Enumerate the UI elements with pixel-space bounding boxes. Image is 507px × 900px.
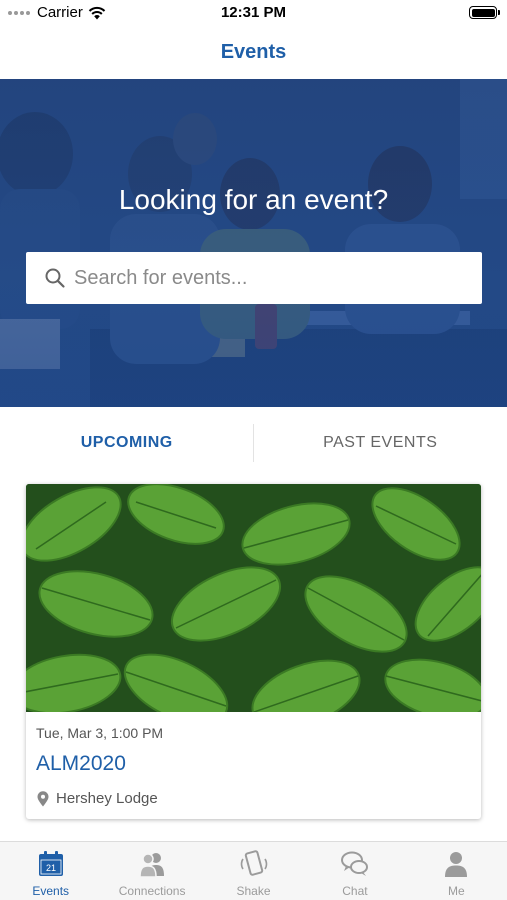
tabbar-connections[interactable]: Connections: [101, 842, 202, 900]
event-tabs: UPCOMING PAST EVENTS: [0, 420, 507, 466]
battery-icon: [469, 6, 500, 19]
event-image: [26, 484, 481, 712]
tabbar-events[interactable]: 21 Events: [0, 842, 101, 900]
tabbar-events-label: Events: [32, 884, 70, 898]
tabbar-me[interactable]: Me: [406, 842, 507, 900]
calendar-icon: 21: [38, 851, 63, 876]
calendar-badge: 21: [46, 863, 56, 873]
people-icon: [139, 853, 165, 878]
search-box[interactable]: [26, 252, 482, 304]
tab-past-events[interactable]: PAST EVENTS: [254, 420, 507, 466]
hero-overlay: [0, 79, 507, 407]
tab-divider: [253, 424, 254, 462]
phone-shake-icon: [240, 850, 267, 876]
tabbar-chat[interactable]: Chat: [304, 842, 405, 900]
event-title[interactable]: ALM2020: [36, 752, 126, 776]
event-location-label: Hershey Lodge: [56, 790, 158, 807]
hero-title: Looking for an event?: [118, 184, 389, 215]
hero-banner: Looking for an event?: [0, 79, 507, 407]
tab-upcoming[interactable]: UPCOMING: [0, 420, 254, 466]
tabbar-me-label: Me: [447, 884, 465, 898]
search-icon: [45, 268, 65, 288]
status-time: 12:31 PM: [220, 4, 287, 21]
status-bar: Carrier 12:31 PM: [0, 0, 507, 26]
event-location: Hershey Lodge: [36, 790, 158, 807]
tabbar-shake-label: Shake: [236, 884, 271, 898]
tabbar-shake[interactable]: Shake: [203, 842, 304, 900]
tabbar-chat-label: Chat: [342, 884, 368, 898]
events-screen: Carrier 12:31 PM Events Looking for an e…: [0, 0, 507, 900]
bottom-tab-bar: 21 Events Connections Shake Chat Me: [0, 841, 507, 900]
tabbar-connections-label: Connections: [118, 884, 186, 898]
location-pin-icon: [37, 790, 49, 806]
chat-bubbles-icon: [340, 851, 368, 876]
search-input[interactable]: [74, 266, 454, 290]
event-date: Tue, Mar 3, 1:00 PM: [36, 725, 164, 741]
event-card[interactable]: Tue, Mar 3, 1:00 PM ALM2020 Hershey Lodg…: [26, 484, 481, 819]
page-title: Events: [220, 41, 287, 63]
person-icon: [445, 852, 468, 877]
